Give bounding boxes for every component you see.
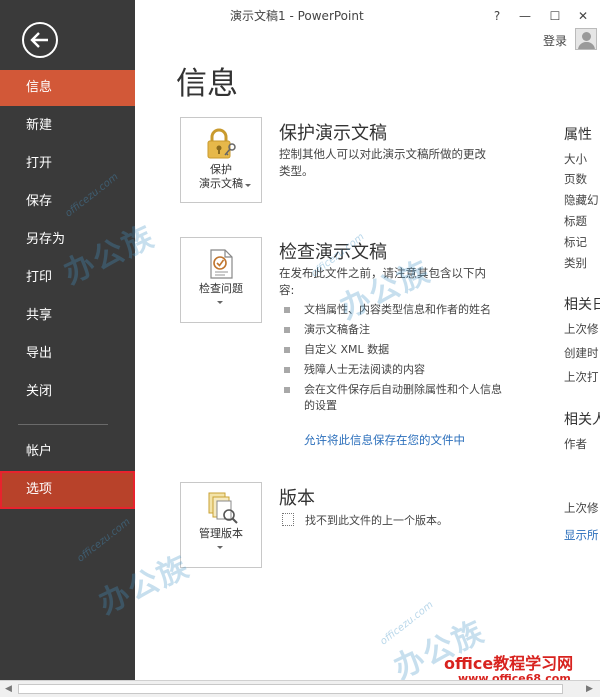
list-item: 会在文件保存后自动删除属性和个人信息的设置 (284, 382, 504, 414)
bullet-icon (284, 327, 290, 333)
manage-versions-label: 管理版本 (199, 527, 243, 540)
back-arrow-icon[interactable] (22, 22, 58, 58)
restore-button[interactable]: ☐ (545, 6, 565, 26)
check-issues-label: 检查问题 (199, 282, 243, 295)
protect-presentation-button[interactable]: 保护 演示文稿 (180, 117, 262, 203)
show-all-properties-link[interactable]: 显示所 (564, 527, 599, 543)
nav-item-info[interactable]: 信息 (0, 70, 135, 106)
nav-item-options[interactable]: 选项 (0, 471, 135, 509)
versions-description: 找不到此文件的上一个版本。 (305, 514, 448, 527)
help-button[interactable]: ? (487, 6, 507, 26)
date-label: 创建时 (564, 346, 599, 360)
nav-item-close[interactable]: 关闭 (0, 374, 135, 410)
chevron-down-icon (245, 184, 251, 187)
property-label: 大小 (564, 152, 587, 166)
chevron-down-icon (217, 546, 223, 549)
property-label: 隐藏幻 (564, 193, 599, 207)
protect-title: 保护演示文稿 (279, 123, 387, 144)
date-label: 上次打 (564, 370, 599, 384)
nav-item-share[interactable]: 共享 (0, 298, 135, 334)
scroll-right-icon[interactable]: ▶ (586, 684, 593, 694)
minimize-button[interactable]: — (515, 6, 535, 26)
bullet-icon (284, 387, 290, 393)
check-for-issues-button[interactable]: 检查问题 (180, 237, 262, 323)
chevron-down-icon (217, 301, 223, 304)
properties-header[interactable]: 属性 (564, 124, 592, 144)
author-label: 作者 (564, 437, 587, 451)
nav-item-account[interactable]: 帐户 (0, 434, 135, 470)
list-item: 残障人士无法阅读的内容 (284, 362, 504, 378)
watermark-brand: office教程学习网 (444, 654, 574, 673)
scrollbar-thumb[interactable] (18, 684, 563, 694)
property-label: 标题 (564, 214, 587, 228)
date-label: 上次修 (564, 322, 599, 336)
lock-key-icon (207, 128, 236, 159)
document-check-icon (210, 249, 233, 279)
bullet-icon (284, 367, 290, 373)
protect-tile-line1: 保护 (210, 163, 232, 176)
inspect-bullet-list: 文档属性、内容类型信息和作者的姓名 演示文稿备注 自定义 XML 数据 残障人士… (284, 302, 504, 418)
bullet-icon (284, 307, 290, 313)
list-item: 自定义 XML 数据 (284, 342, 504, 358)
allow-save-info-link[interactable]: 允许将此信息保存在您的文件中 (304, 432, 465, 448)
versions-title: 版本 (279, 488, 315, 509)
document-dotted-icon (282, 513, 294, 526)
window-title: 演示文稿1 - PowerPoint (230, 9, 364, 23)
nav-item-export[interactable]: 导出 (0, 336, 135, 372)
properties-panel: 属性 大小 页数 隐藏幻 标题 标记 类别 相关日 上次修 创建时 上次打 相关… (564, 0, 600, 680)
nav-item-new[interactable]: 新建 (0, 108, 135, 144)
related-dates-header: 相关日 (564, 297, 600, 313)
list-item: 演示文稿备注 (284, 322, 504, 338)
property-label: 类别 (564, 256, 587, 270)
horizontal-scrollbar[interactable]: ◀ ▶ (0, 680, 600, 697)
property-label: 页数 (564, 172, 587, 186)
page-title: 信息 (176, 66, 238, 102)
bullet-icon (284, 347, 290, 353)
manage-versions-button[interactable]: 管理版本 (180, 482, 262, 568)
nav-divider (18, 424, 108, 425)
protect-description: 控制其他人可以对此演示文稿所做的更改类型。 (279, 147, 486, 178)
last-modified-label: 上次修 (564, 501, 599, 515)
manage-versions-icon (208, 492, 238, 524)
scroll-left-icon[interactable]: ◀ (5, 684, 12, 694)
property-label: 标记 (564, 235, 587, 249)
related-people-header: 相关人 (564, 412, 600, 428)
